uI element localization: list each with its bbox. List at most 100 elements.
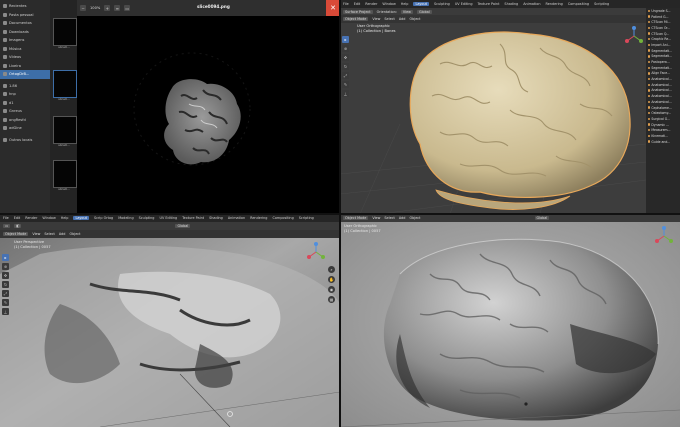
orientation-dropdown[interactable]: View — [400, 10, 413, 14]
menu-file[interactable]: File — [3, 216, 9, 220]
tab-animation[interactable]: Animation — [523, 2, 540, 6]
menu-icon[interactable]: ≡ — [114, 5, 121, 11]
collection-icon — [648, 72, 651, 75]
thumbnail[interactable] — [53, 116, 77, 144]
menu-select[interactable]: Select — [384, 17, 394, 21]
tab-compositing[interactable]: Compositing — [568, 2, 589, 6]
zoom-level[interactable]: 100% — [90, 6, 100, 10]
outliner-row-label: Graphic Re... — [651, 37, 672, 42]
menu-view[interactable]: View — [372, 216, 380, 220]
tab-scripting[interactable]: Scripting — [594, 2, 609, 6]
grid-icon[interactable]: ▦ — [328, 296, 335, 303]
zoom-out-icon[interactable]: − — [80, 5, 86, 11]
menu-object[interactable]: Object — [409, 17, 420, 21]
tab-rendering[interactable]: Rendering — [250, 216, 267, 220]
navigation-gizmo[interactable] — [306, 242, 326, 262]
object-mode-dropdown[interactable]: Object Mode — [343, 216, 369, 220]
tab-shading[interactable]: Shading — [209, 216, 223, 220]
menu-select[interactable]: Select — [44, 232, 54, 236]
sidebar-item[interactable]: Downloads — [0, 28, 50, 37]
close-button[interactable]: ✕ — [326, 0, 340, 16]
tab-compositing[interactable]: Compositing — [272, 216, 293, 220]
sidebar-item[interactable]: 1.86 — [0, 82, 50, 91]
thumbnail[interactable] — [53, 18, 77, 46]
menu-edit[interactable]: Edit — [14, 216, 21, 220]
tab-texture-paint[interactable]: Texture Paint — [478, 2, 500, 6]
pan-icon[interactable]: ✋ — [328, 276, 335, 283]
sidebar-item[interactable]: Pasta pessoal — [0, 11, 50, 20]
annotate-tool-icon[interactable]: ✎ — [2, 299, 9, 306]
scale-tool-icon[interactable]: ⤢ — [2, 290, 9, 297]
mode-new-icon[interactable]: ◧ — [14, 224, 22, 228]
collection-icon — [648, 134, 651, 138]
tab-shading[interactable]: Shading — [504, 2, 518, 6]
rotate-tool-icon[interactable]: ↻ — [2, 281, 9, 288]
tab-sculpting[interactable]: Sculpting — [434, 2, 450, 6]
menu-window[interactable]: Window — [42, 216, 55, 220]
crop-icon[interactable]: ▭ — [124, 5, 131, 11]
camera-icon[interactable]: ◉ — [328, 286, 335, 293]
select-box-icon[interactable]: ▭ — [3, 224, 11, 228]
transform-global-dropdown[interactable]: Global — [534, 216, 550, 220]
tab-uv-editing[interactable]: UV Editing — [455, 2, 473, 6]
sidebar-item[interactable]: d1 — [0, 99, 50, 108]
sidebar-item[interactable]: Música — [0, 45, 50, 54]
object-mode-dropdown[interactable]: Object Mode — [3, 232, 29, 236]
menu-file[interactable]: File — [343, 2, 349, 6]
menu-view[interactable]: View — [372, 17, 380, 21]
surface-project-toggle[interactable]: Surface Project — [343, 10, 373, 14]
tab-layout[interactable]: Layout — [73, 216, 89, 220]
menu-render[interactable]: Render — [365, 2, 377, 6]
sidebar-item[interactable]: adGine — [0, 124, 50, 133]
menu-add[interactable]: Add — [399, 17, 406, 21]
thumbnail[interactable] — [53, 70, 77, 98]
menu-help[interactable]: Help — [61, 216, 69, 220]
measure-tool-icon[interactable]: ⟂ — [2, 308, 9, 315]
tab-modeling[interactable]: Modeling — [118, 216, 133, 220]
zoom-in-icon[interactable]: + — [104, 5, 111, 11]
menu-object[interactable]: Object — [409, 216, 420, 220]
object-mode-dropdown[interactable]: Object Mode — [343, 17, 369, 21]
cursor-tool-icon[interactable]: ⊕ — [2, 263, 9, 270]
outliner-row[interactable]: Guide and... — [646, 139, 680, 145]
sidebar-item[interactable]: OrtogDrB... — [0, 70, 50, 79]
sidebar-item[interactable]: Outros locais — [0, 136, 50, 145]
sidebar-item[interactable]: ongResfd — [0, 116, 50, 125]
collection-icon — [648, 43, 651, 47]
sidebar-item[interactable]: Gnreus — [0, 107, 50, 116]
menu-view[interactable]: View — [32, 232, 40, 236]
transform-global-dropdown[interactable]: Global — [175, 224, 191, 228]
sidebar-item[interactable]: hnp — [0, 90, 50, 99]
tab-animation[interactable]: Animation — [228, 216, 245, 220]
select-tool-icon[interactable]: ▸ — [2, 254, 9, 261]
sidebar-item[interactable]: Lixeira — [0, 62, 50, 71]
tab-scrip-ortog[interactable]: Scrip Ortog — [94, 216, 113, 220]
menu-help[interactable]: Help — [401, 2, 409, 6]
transform-global-dropdown[interactable]: Global — [416, 10, 432, 14]
zoom-icon[interactable]: ⌕ — [328, 266, 335, 273]
sidebar-item[interactable]: Documentos — [0, 19, 50, 28]
sidebar-item[interactable]: Recientes — [0, 2, 50, 11]
move-tool-icon[interactable]: ✥ — [2, 272, 9, 279]
tab-rendering[interactable]: Rendering — [546, 2, 563, 6]
navigation-gizmo[interactable] — [654, 226, 674, 246]
tab-scripting[interactable]: Scripting — [299, 216, 314, 220]
tab-sculpting[interactable]: Sculpting — [139, 216, 155, 220]
menu-add[interactable]: Add — [399, 216, 406, 220]
tab-layout[interactable]: Layout — [413, 2, 429, 6]
tab-uv-editing[interactable]: UV Editing — [159, 216, 177, 220]
outliner-row-label: Anatomical... — [651, 82, 672, 87]
menu-object[interactable]: Object — [69, 232, 80, 236]
navigation-gizmo[interactable] — [624, 26, 644, 46]
menu-edit[interactable]: Edit — [354, 2, 361, 6]
tab-texture-paint[interactable]: Texture Paint — [182, 216, 204, 220]
sidebar-item[interactable]: Vídeos — [0, 53, 50, 62]
sidebar-item-label: hnp — [9, 92, 16, 97]
menu-select[interactable]: Select — [384, 216, 394, 220]
sidebar-item[interactable]: Imagens — [0, 36, 50, 45]
thumbnail[interactable] — [53, 160, 77, 188]
horizontal-divider[interactable] — [0, 213, 680, 215]
menu-add[interactable]: Add — [59, 232, 66, 236]
menu-render[interactable]: Render — [25, 216, 37, 220]
menu-window[interactable]: Window — [382, 2, 395, 6]
